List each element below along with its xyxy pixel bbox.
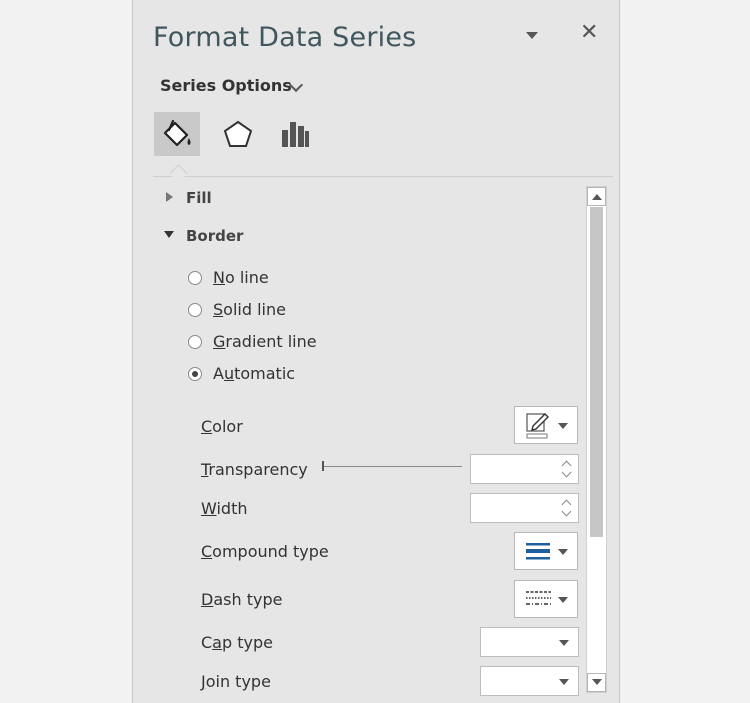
no-line-label[interactable]: No line — [213, 268, 269, 287]
pane-title: Format Data Series — [153, 22, 417, 53]
color-picker-button[interactable] — [514, 406, 578, 444]
caret-down-icon[interactable] — [526, 32, 538, 39]
compound-lines-icon — [526, 543, 550, 560]
compound-type-button[interactable] — [514, 532, 578, 570]
solid-line-label[interactable]: Solid line — [213, 300, 286, 319]
bar-chart-icon — [282, 122, 309, 147]
caret-down-icon — [558, 423, 568, 429]
pentagon-icon — [223, 120, 253, 147]
radio-automatic[interactable] — [188, 367, 202, 381]
join-type-select[interactable] — [480, 666, 579, 696]
cap-type-select[interactable] — [480, 627, 579, 657]
tab-separator — [153, 176, 613, 177]
collapse-arrow-icon[interactable] — [164, 231, 174, 238]
vertical-scrollbar[interactable] — [586, 186, 607, 693]
gradient-line-label[interactable]: Gradient line — [213, 332, 317, 351]
paint-bucket-icon — [163, 119, 191, 147]
spin-down-icon[interactable] — [561, 467, 572, 478]
color-label: Color — [201, 417, 243, 436]
cap-type-label: Cap type — [201, 633, 273, 652]
compound-type-label: Compound type — [201, 542, 329, 561]
pen-color-icon — [526, 413, 549, 439]
radio-gradient-line[interactable] — [188, 335, 202, 349]
caret-down-icon — [558, 549, 568, 555]
spin-down-icon[interactable] — [561, 506, 572, 517]
caret-down-icon — [558, 597, 568, 603]
close-icon[interactable]: ✕ — [580, 22, 598, 44]
series-options-dropdown[interactable]: Series Options — [160, 76, 292, 95]
scroll-down-button[interactable] — [587, 673, 606, 692]
radio-solid-line[interactable] — [188, 303, 202, 317]
expand-arrow-icon[interactable] — [166, 192, 173, 202]
width-spinner[interactable] — [470, 493, 579, 523]
active-tab-pointer — [169, 164, 188, 183]
dash-type-label: Dash type — [201, 590, 283, 609]
radio-selected-dot — [192, 371, 198, 377]
tab-series-options[interactable] — [272, 112, 318, 156]
transparency-slider-track[interactable] — [324, 466, 462, 467]
section-border[interactable]: Border — [186, 227, 243, 245]
format-data-series-pane: Format Data Series ✕ Series Options Fill… — [132, 0, 620, 703]
section-fill[interactable]: Fill — [186, 189, 212, 207]
join-type-label: Join type — [201, 672, 271, 691]
tab-fill-line[interactable] — [154, 112, 200, 156]
dash-type-button[interactable] — [514, 580, 578, 618]
transparency-spinner[interactable] — [470, 454, 579, 484]
dash-lines-icon — [526, 591, 551, 605]
width-label: Width — [201, 499, 248, 518]
caret-down-icon — [559, 640, 569, 646]
caret-down-icon — [559, 679, 569, 685]
scrollbar-thumb[interactable] — [590, 207, 603, 537]
transparency-label: Transparency — [201, 460, 308, 479]
scroll-up-button[interactable] — [587, 187, 606, 206]
tab-effects[interactable] — [215, 112, 261, 156]
radio-no-line[interactable] — [188, 271, 202, 285]
automatic-label[interactable]: Automatic — [213, 364, 295, 383]
